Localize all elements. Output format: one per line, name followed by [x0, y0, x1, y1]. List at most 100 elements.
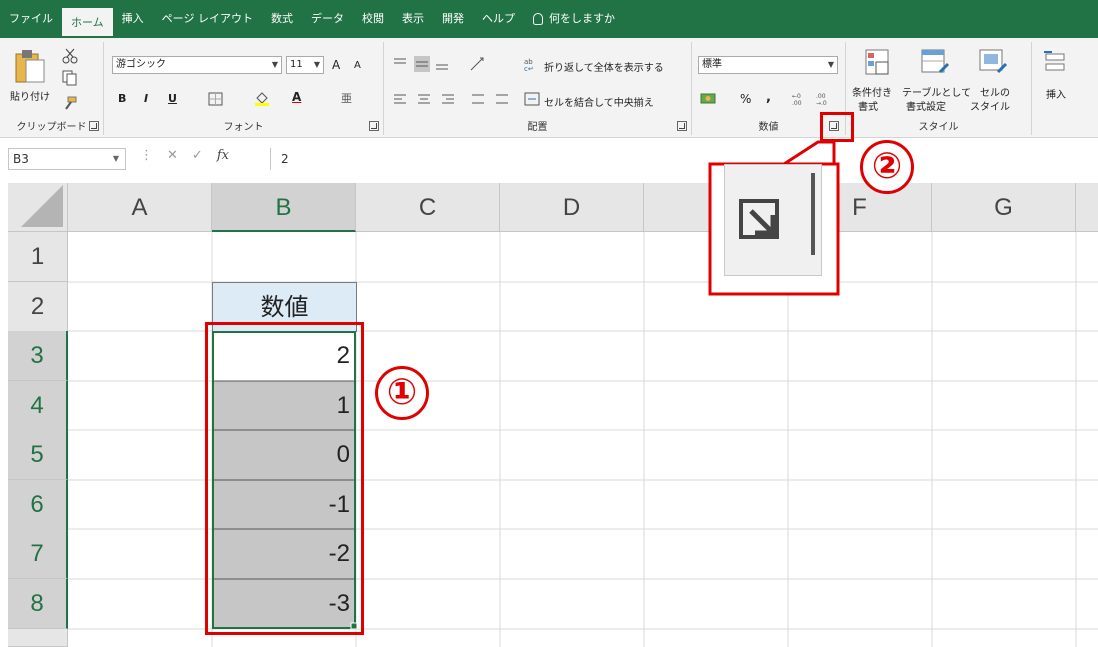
tab-developer[interactable]: 開発 [433, 0, 473, 38]
row-header-2[interactable]: 2 [8, 282, 68, 332]
tab-view[interactable]: 表示 [393, 0, 433, 38]
select-all-corner[interactable] [8, 183, 68, 232]
name-box[interactable]: B3 ▼ [8, 148, 126, 170]
percent-button[interactable]: % [740, 92, 751, 106]
format-painter-icon[interactable] [62, 96, 78, 110]
svg-text:亜: 亜 [341, 92, 352, 105]
font-size-value: 11 [290, 59, 303, 70]
format-as-table-label[interactable]: テーブルとして [902, 84, 971, 99]
group-alignment: ab c↵ 折り返して全体を表示する セルを結合して中央揃え 配置 [384, 42, 692, 135]
tab-review[interactable]: 校閲 [353, 0, 393, 38]
lightbulb-icon [532, 13, 543, 25]
tab-formulas[interactable]: 数式 [262, 0, 302, 38]
vertical-align-icons[interactable] [392, 56, 452, 72]
tab-page-layout[interactable]: ページ レイアウト [153, 0, 262, 38]
group-styles: 条件付き 書式 テーブルとして 書式設定 セルの スタイル スタイル [846, 42, 1032, 135]
column-header-h[interactable] [1076, 183, 1098, 232]
column-header-a[interactable]: A [68, 183, 212, 232]
cell-styles-icon[interactable] [978, 48, 1008, 78]
svg-text:←0: ←0 [792, 93, 801, 100]
group-label-alignment: 配置 [527, 122, 548, 133]
chevron-down-icon: ▼ [313, 60, 320, 69]
group-label-font: フォント [223, 122, 264, 133]
annotation-box-range [205, 322, 364, 635]
underline-button[interactable]: U [168, 92, 177, 105]
annotation-step1-badge: ① [375, 366, 429, 420]
group-label-styles: スタイル [918, 122, 959, 133]
borders-icon[interactable] [208, 92, 224, 106]
column-header-b[interactable]: B [212, 183, 356, 232]
italic-button[interactable]: I [144, 92, 148, 105]
chevron-down-icon: ▼ [827, 60, 834, 69]
orientation-icon[interactable] [468, 56, 488, 72]
wrap-text-button[interactable]: 折り返して全体を表示する [544, 59, 664, 74]
fill-color-icon[interactable] [254, 90, 270, 106]
tab-home[interactable]: ホーム [62, 8, 113, 38]
group-clipboard: 貼り付け クリップボード [0, 42, 104, 135]
ribbon-home: 貼り付け クリップボード 游ゴシック ▼ 11 ▼ A A B I U A 亜 … [0, 38, 1098, 138]
clipboard-dialog-launcher[interactable] [89, 121, 99, 131]
tab-help[interactable]: ヘルプ [473, 0, 524, 38]
cell-styles-label2[interactable]: スタイル [970, 98, 1010, 113]
merge-cells-icon[interactable] [524, 92, 540, 106]
merge-center-button[interactable]: セルを結合して中央揃え [544, 94, 654, 109]
clipboard-paste-icon[interactable] [14, 46, 50, 86]
chevron-down-icon: ▼ [112, 154, 119, 163]
group-font: 游ゴシック ▼ 11 ▼ A A B I U A 亜 フォント [104, 42, 384, 135]
conditional-formatting-label[interactable]: 条件付き [852, 84, 892, 99]
format-as-table-icon[interactable] [920, 48, 950, 78]
row-header-6[interactable]: 6 [8, 480, 68, 530]
number-format-value: 標準 [702, 59, 722, 70]
row-header-9[interactable] [8, 629, 68, 647]
insert-cells-label[interactable]: 挿入 [1046, 86, 1066, 101]
svg-text:c↵: c↵ [524, 65, 534, 72]
row-header-1[interactable]: 1 [8, 232, 68, 282]
number-format-combo[interactable]: 標準 ▼ [698, 56, 838, 74]
format-as-table-label2[interactable]: 書式設定 [906, 98, 946, 113]
currency-icon[interactable] [700, 92, 718, 106]
paste-label[interactable]: 貼り付け [10, 88, 50, 103]
alignment-dialog-launcher[interactable] [677, 121, 687, 131]
font-name-combo[interactable]: 游ゴシック ▼ [112, 56, 282, 74]
row-header-5[interactable]: 5 [8, 430, 68, 480]
tab-insert[interactable]: 挿入 [113, 0, 153, 38]
tab-file[interactable]: ファイル [0, 0, 62, 38]
cancel-icon[interactable]: ✕ [167, 148, 178, 163]
row-header-4[interactable]: 4 [8, 381, 68, 431]
row-header-8[interactable]: 8 [8, 579, 68, 629]
font-dialog-launcher[interactable] [369, 121, 379, 131]
font-color-button[interactable]: A [292, 90, 301, 104]
column-header-g[interactable]: G [932, 183, 1076, 232]
enter-icon[interactable]: ✓ [192, 148, 203, 163]
comma-button[interactable]: , [766, 90, 771, 105]
group-label-clipboard: クリップボード [16, 122, 87, 133]
more-icon: ⋮ [140, 148, 153, 163]
group-cells: 挿入 [1032, 42, 1098, 135]
bold-button[interactable]: B [118, 92, 126, 105]
phonetic-icon[interactable]: 亜 [340, 90, 352, 106]
cell-styles-label[interactable]: セルの [980, 84, 1010, 99]
shrink-font-button[interactable]: A [354, 60, 361, 71]
decimal-adjust-icons[interactable]: ←0 .00 .00 →.0 [790, 90, 834, 108]
name-box-value: B3 [13, 152, 29, 166]
column-header-d[interactable]: D [500, 183, 644, 232]
insert-cells-icon[interactable] [1042, 48, 1070, 78]
tell-me-search[interactable]: 何をしますか [524, 0, 624, 38]
formula-input[interactable]: 2 [270, 148, 1098, 170]
wrap-text-icon[interactable]: abc↵ [524, 56, 540, 72]
horizontal-align-icons[interactable] [392, 92, 516, 108]
copy-icon[interactable] [62, 70, 78, 86]
grow-font-button[interactable]: A [332, 58, 340, 72]
ribbon-tab-bar: ファイル ホーム 挿入 ページ レイアウト 数式 データ 校閲 表示 開発 ヘル… [0, 0, 1098, 38]
row-header-3[interactable]: 3 [8, 331, 68, 381]
row-header-7[interactable]: 7 [8, 529, 68, 579]
conditional-formatting-label2[interactable]: 書式 [858, 98, 878, 113]
conditional-formatting-icon[interactable] [864, 48, 892, 78]
tab-data[interactable]: データ [302, 0, 353, 38]
scissors-icon[interactable] [62, 48, 78, 64]
formula-bar-buttons: ⋮ ✕ ✓ fx [140, 148, 229, 163]
svg-text:→.0: →.0 [816, 100, 827, 107]
insert-function-icon[interactable]: fx [217, 148, 229, 163]
column-header-c[interactable]: C [356, 183, 500, 232]
font-size-combo[interactable]: 11 ▼ [286, 56, 324, 74]
